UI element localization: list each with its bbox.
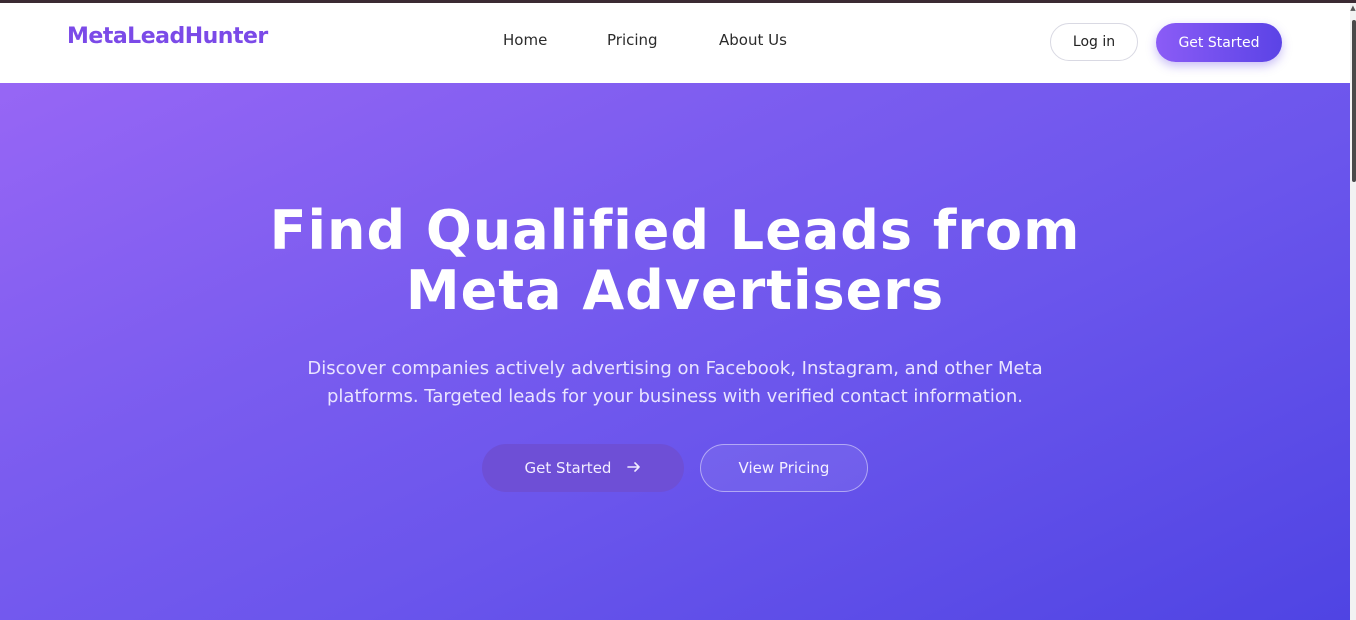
nav-link-home[interactable]: Home: [503, 31, 547, 49]
nav-link-pricing[interactable]: Pricing: [607, 31, 658, 49]
login-button[interactable]: Log in: [1050, 23, 1138, 61]
scrollbar-thumb[interactable]: [1352, 20, 1356, 182]
top-navbar: MetaLeadHunter Home Pricing About Us Log…: [0, 3, 1350, 83]
hero-subtitle: Discover companies actively advertising …: [275, 355, 1075, 411]
hero-section: Find Qualified Leads from Meta Advertise…: [0, 83, 1350, 620]
hero-subtitle-line-2: platforms. Targeted leads for your busin…: [327, 386, 1023, 407]
nav-link-about-us[interactable]: About Us: [719, 31, 787, 49]
hero-get-started-button[interactable]: Get Started: [482, 444, 684, 492]
scroll-up-arrow-icon[interactable]: ▲: [1350, 4, 1356, 12]
nav-get-started-button[interactable]: Get Started: [1156, 23, 1282, 62]
hero-get-started-label: Get Started: [524, 459, 612, 477]
hero-title-line-1: Find Qualified Leads from: [269, 199, 1081, 262]
hero-title: Find Qualified Leads from Meta Advertise…: [175, 201, 1175, 321]
nav-links: Home Pricing About Us: [0, 31, 1350, 55]
hero-subtitle-line-1: Discover companies actively advertising …: [307, 358, 1043, 379]
hero-title-line-2: Meta Advertisers: [405, 259, 945, 322]
arrow-right-icon: [627, 461, 641, 476]
view-pricing-button[interactable]: View Pricing: [700, 444, 868, 492]
